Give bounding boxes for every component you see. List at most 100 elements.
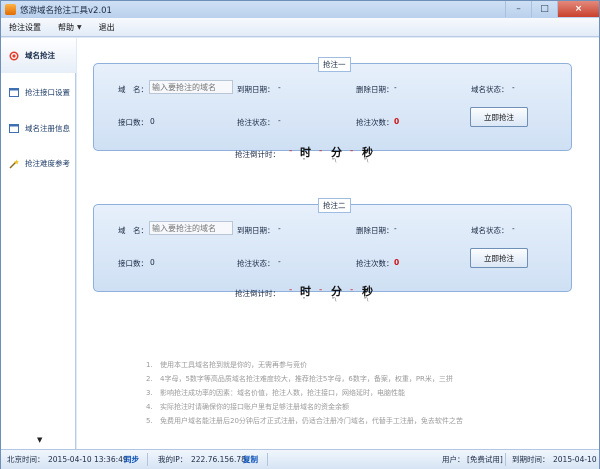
countdown-separator: -	[289, 146, 293, 156]
beijing-time-value: 2015-04-10 13:36:49	[48, 455, 128, 464]
menu-help[interactable]: 帮助 ▼	[58, 22, 82, 33]
user-value: [免费试用]	[467, 455, 503, 464]
domain-label: 域 名：	[118, 85, 148, 94]
grab-panel-2: 抢注二 域 名： 到期日期： - 删除日期： - 域名状态： - 接口数： 0 …	[93, 198, 572, 292]
sync-link[interactable]: 同步	[124, 454, 139, 465]
target-icon	[9, 51, 19, 61]
countdown-separator: -	[350, 146, 354, 156]
expire-date-value: -	[278, 83, 281, 92]
window-icon	[9, 124, 19, 134]
domain-status-label: 域名状态：	[471, 226, 509, 235]
window-controls: – □ ×	[505, 1, 599, 18]
note-text: 实际抢注时请确保你的接口账户里有足够注册域名的资金余额	[160, 403, 349, 411]
maximize-button[interactable]: □	[531, 1, 557, 17]
sidebar-item-label: 抢注难度参考	[25, 159, 70, 168]
countdown-label: 抢注倒计时：	[235, 289, 280, 298]
interfaces-label: 接口数：	[118, 118, 148, 127]
expire-time-label: 到期时间：	[512, 455, 550, 464]
grab-status-value: -	[278, 257, 281, 266]
grab-count-label: 抢注次数：	[356, 118, 394, 127]
title-bar: 悠游域名抢注工具v2.01 – □ ×	[1, 1, 599, 18]
domain-label: 域 名：	[118, 226, 148, 235]
expire-date-value: -	[278, 224, 281, 233]
note-number: 5.	[146, 417, 153, 425]
note-text: 使用本工具域名抢到就是你的，无需再参与竞价	[160, 361, 307, 369]
expire-date-label: 到期日期：	[237, 85, 275, 94]
grab-status-label: 抢注状态：	[237, 259, 275, 268]
countdown-label: 抢注倒计时：	[235, 150, 280, 159]
countdown-second-sub: "\	[364, 297, 369, 303]
note-number: 1.	[146, 361, 153, 369]
list-item: 1. 使用本工具域名抢到就是你的，无需再参与竞价	[146, 358, 586, 372]
grab-count-value: 0	[394, 117, 400, 126]
beijing-time-label: 北京时间：	[7, 455, 45, 464]
minimize-button[interactable]: –	[505, 1, 531, 17]
countdown-separator: -	[350, 285, 354, 295]
delete-date-label: 删除日期：	[356, 226, 394, 235]
interfaces-label: 接口数：	[118, 259, 148, 268]
status-divider	[267, 453, 268, 466]
grab-count-label: 抢注次数：	[356, 259, 394, 268]
menu-grab-settings[interactable]: 抢注设置	[9, 22, 41, 33]
sidebar-item-domain-grab[interactable]: 域名抢注	[1, 38, 76, 73]
domain-status-value: -	[512, 224, 515, 233]
delete-date-value: -	[394, 83, 397, 92]
list-item: 3. 影响抢注成功率的因素：域名价值，抢注人数，抢注接口，网络延时，电脑性能	[146, 386, 586, 400]
interfaces-value: 0	[150, 117, 155, 126]
countdown-minute-sub: "\	[332, 158, 337, 164]
scroll-down-icon[interactable]: ▼	[37, 436, 42, 444]
close-button[interactable]: ×	[557, 1, 599, 17]
delete-date-value: -	[394, 224, 397, 233]
grab-panel-1: 抢注一 域 名： 到期日期： - 删除日期： - 域名状态： - 接口数： 0 …	[93, 57, 572, 151]
grab-now-button[interactable]: 立即抢注	[470, 248, 528, 268]
grab-now-button[interactable]: 立即抢注	[470, 107, 528, 127]
countdown-separator: -	[289, 285, 293, 295]
menu-exit[interactable]: 退出	[99, 22, 115, 33]
chevron-down-icon: ▼	[77, 23, 82, 31]
interfaces-value: 0	[150, 258, 155, 267]
user-label: 用户：	[442, 455, 465, 464]
note-text: 免费用户域名能注册后20分钟后才正式注册，仍适合注册冷门域名，代替手工注册，免去…	[160, 417, 463, 425]
panel-legend: 抢注二	[318, 198, 351, 213]
app-icon	[5, 4, 16, 15]
status-bar: 北京时间： 2015-04-10 13:36:49 同步 我的IP： 222.7…	[1, 449, 599, 469]
list-item: 2. 4字母，5数字等高品质域名抢注难度较大，推荐抢注5字母，6数字，备案，权重，…	[146, 372, 586, 386]
countdown-separator: -	[319, 285, 323, 295]
copy-ip-link[interactable]: 复制	[243, 454, 258, 465]
countdown-minute-sub: "\	[332, 297, 337, 303]
sidebar-item-label: 抢注接口设置	[25, 88, 70, 97]
sidebar-item-label: 域名注册信息	[25, 124, 70, 133]
sidebar-item-difficulty-reference[interactable]: 抢注难度参考	[1, 146, 76, 181]
expire-time-value: 2015-04-10	[553, 455, 597, 464]
note-number: 4.	[146, 403, 153, 411]
domain-input[interactable]	[149, 221, 233, 235]
countdown-hour-sub: "	[303, 297, 306, 303]
status-divider	[505, 453, 506, 466]
countdown-separator: -	[319, 146, 323, 156]
menu-bar: 抢注设置 帮助 ▼ 退出	[1, 18, 599, 37]
countdown-second-sub: "\	[364, 158, 369, 164]
list-item: 4. 实际抢注时请确保你的接口账户里有足够注册域名的资金余额	[146, 400, 586, 414]
note-text: 影响抢注成功率的因素：域名价值，抢注人数，抢注接口，网络延时，电脑性能	[160, 389, 405, 397]
domain-input[interactable]	[149, 80, 233, 94]
panel-legend: 抢注一	[318, 57, 351, 72]
app-window: 悠游域名抢注工具v2.01 – □ × 抢注设置 帮助 ▼ 退出 域名抢注 抢注接…	[0, 0, 600, 469]
sidebar-item-registration-info[interactable]: 域名注册信息	[1, 111, 76, 146]
expire-date-label: 到期日期：	[237, 226, 275, 235]
ip-label: 我的IP：	[158, 455, 188, 464]
domain-status-label: 域名状态：	[471, 85, 509, 94]
status-divider	[147, 453, 148, 466]
note-text: 4字母，5数字等高品质域名抢注难度较大，推荐抢注5字母，6数字，备案，权重，PR…	[160, 375, 453, 383]
grab-status-label: 抢注状态：	[237, 118, 275, 127]
grab-count-value: 0	[394, 258, 400, 267]
menu-help-label: 帮助	[58, 22, 74, 32]
sidebar-item-label: 域名抢注	[25, 51, 55, 60]
domain-status-value: -	[512, 83, 515, 92]
countdown-hour-sub: "	[303, 158, 306, 164]
list-item: 5. 免费用户域名能注册后20分钟后才正式注册，仍适合注册冷门域名，代替手工注册，…	[146, 414, 586, 428]
window-title: 悠游域名抢注工具v2.01	[20, 6, 112, 16]
grab-status-value: -	[278, 116, 281, 125]
sidebar: 域名抢注 抢注接口设置 域名注册信息 抢注难度参考 ▼	[1, 38, 76, 449]
delete-date-label: 删除日期：	[356, 85, 394, 94]
sidebar-item-interface-settings[interactable]: 抢注接口设置	[1, 75, 76, 110]
